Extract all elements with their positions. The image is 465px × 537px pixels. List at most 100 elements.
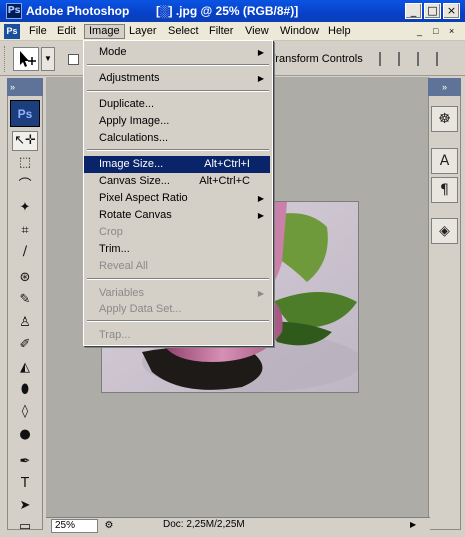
navigator-icon[interactable]: ☸	[431, 106, 458, 132]
menu-item-adjustments[interactable]: Adjustments ▶	[84, 70, 270, 87]
align-bottom-icon[interactable]	[417, 52, 431, 66]
menu-separator	[87, 64, 269, 66]
close-button[interactable]: ×	[443, 3, 460, 19]
menu-item-crop: Crop	[84, 224, 270, 241]
submenu-arrow-icon: ▶	[257, 211, 264, 220]
transform-controls-label: Transform Controls	[269, 53, 363, 65]
lasso-tool-icon[interactable]: ⌒	[12, 176, 38, 196]
document-menu-icon[interactable]: Ps	[4, 24, 20, 39]
menu-item-shortcut: Alt+Ctrl+C	[199, 175, 250, 187]
menu-layer[interactable]: Layer	[125, 24, 161, 39]
menu-item-image-size[interactable]: Image Size... Alt+Ctrl+I	[84, 156, 270, 173]
type-tool-icon[interactable]: T	[12, 474, 38, 494]
align-top-icon[interactable]	[379, 52, 393, 66]
options-grip[interactable]	[4, 46, 7, 72]
pen-tool-icon[interactable]: ✒	[12, 452, 38, 472]
document-size-info: Doc: 2,25M/2,25M	[163, 519, 245, 530]
maximize-button[interactable]: □	[424, 3, 441, 19]
zoom-field[interactable]: 25%	[51, 519, 98, 533]
app-title: Adobe Photoshop	[26, 4, 130, 18]
submenu-arrow-icon: ▶	[257, 74, 264, 83]
menu-item-label: Apply Image...	[99, 115, 170, 127]
menu-item-label: Canvas Size...	[99, 175, 170, 187]
menu-item-label: Reveal All	[99, 260, 148, 272]
menu-item-pixel-aspect-ratio[interactable]: Pixel Aspect Ratio ▶	[84, 190, 270, 207]
menu-item-label: Rotate Canvas	[99, 209, 172, 221]
menu-view[interactable]: View	[241, 24, 273, 39]
status-preview-icon[interactable]: ⚙	[102, 519, 116, 532]
menu-separator	[87, 149, 269, 151]
status-menu-arrow-icon[interactable]: ▶	[410, 520, 416, 529]
menu-item-label: Adjustments	[99, 72, 160, 84]
submenu-arrow-icon: ▶	[257, 48, 264, 57]
menu-item-shortcut: Alt+Ctrl+I	[204, 158, 250, 170]
document-title: [░] .jpg @ 25% (RGB/8#)]	[156, 4, 299, 18]
doc-minimize-button[interactable]: _	[417, 26, 422, 36]
menu-edit[interactable]: Edit	[53, 24, 80, 39]
move-tool-icon[interactable]: ↖✛	[12, 131, 38, 151]
history-brush-tool-icon[interactable]: ✐	[12, 335, 38, 355]
dodge-tool-icon[interactable]: ●	[12, 425, 38, 445]
doc-close-button[interactable]: ×	[449, 26, 454, 36]
path-selection-tool-icon[interactable]: ➤	[12, 496, 38, 516]
menu-item-label: Apply Data Set...	[99, 303, 182, 315]
eraser-tool-icon[interactable]: ◭	[12, 358, 38, 378]
menu-item-label: Duplicate...	[99, 98, 155, 110]
menu-separator	[87, 320, 269, 322]
menu-item-label: Calculations...	[99, 132, 169, 144]
brush-tool-icon[interactable]: ✎	[12, 290, 38, 310]
layers-icon[interactable]: ◈	[431, 218, 458, 244]
menu-item-rotate-canvas[interactable]: Rotate Canvas ▶	[84, 207, 270, 224]
photoshop-logo[interactable]: Ps	[10, 100, 40, 127]
minimize-button[interactable]: _	[405, 3, 422, 19]
menu-item-label: Trap...	[99, 329, 131, 341]
clone-stamp-tool-icon[interactable]: ♙	[12, 313, 38, 333]
photoshop-app-icon[interactable]: Ps	[6, 3, 22, 19]
menu-filter[interactable]: Filter	[205, 24, 237, 39]
menu-window[interactable]: Window	[276, 24, 323, 39]
character-icon[interactable]: A	[431, 148, 458, 174]
title-bar: Ps Adobe Photoshop [░] .jpg @ 25% (RGB/8…	[0, 0, 465, 22]
menu-item-variables: Variables ▶	[84, 285, 270, 302]
paint-bucket-tool-icon[interactable]: ⬮	[12, 380, 38, 400]
slice-tool-icon[interactable]: ∕	[12, 242, 38, 262]
menu-help[interactable]: Help	[324, 24, 355, 39]
menu-bar: Ps File Edit Image Layer Select Filter V…	[0, 22, 465, 41]
submenu-arrow-icon: ▶	[257, 194, 264, 203]
menu-item-label: Crop	[99, 226, 123, 238]
menu-item-mode[interactable]: Mode ▶	[84, 44, 270, 61]
blur-tool-icon[interactable]: ◊	[12, 402, 38, 422]
palette-header[interactable]: »	[428, 78, 461, 96]
menu-item-label: Variables	[99, 287, 145, 299]
healing-brush-tool-icon[interactable]: ⊛	[12, 268, 38, 288]
menu-item-trap: Trap...	[84, 327, 270, 344]
align-middle-icon[interactable]	[398, 52, 412, 66]
menu-item-canvas-size[interactable]: Canvas Size... Alt+Ctrl+C	[84, 173, 270, 190]
auto-select-checkbox[interactable]	[68, 54, 79, 65]
align-left-icon[interactable]	[436, 52, 450, 66]
palette-well	[428, 78, 461, 530]
menu-image[interactable]: Image	[84, 24, 125, 39]
menu-item-trim[interactable]: Trim...	[84, 241, 270, 258]
crop-tool-icon[interactable]: ⌗	[12, 221, 38, 241]
tool-preset-picker[interactable]	[13, 47, 39, 71]
menu-item-calculations[interactable]: Calculations...	[84, 130, 270, 147]
paragraph-icon[interactable]: ¶	[431, 177, 458, 203]
magic-wand-tool-icon[interactable]: ✦	[12, 198, 38, 218]
preset-dropdown-button[interactable]: ▼	[41, 47, 55, 71]
submenu-arrow-icon: ▶	[257, 289, 264, 298]
menu-item-apply-image[interactable]: Apply Image...	[84, 113, 270, 130]
menu-item-label: Trim...	[99, 243, 130, 255]
menu-item-duplicate[interactable]: Duplicate...	[84, 96, 270, 113]
toolbox-header[interactable]: »	[7, 78, 43, 96]
marquee-tool-icon[interactable]: ⬚	[12, 153, 38, 173]
menu-file[interactable]: File	[25, 24, 51, 39]
menu-item-reveal-all: Reveal All	[84, 258, 270, 275]
menu-separator	[87, 278, 269, 280]
move-tool-icon	[20, 51, 36, 67]
menu-select[interactable]: Select	[164, 24, 203, 39]
menu-item-label: Pixel Aspect Ratio	[99, 192, 188, 204]
shape-tool-icon[interactable]: ▭	[12, 517, 38, 537]
menu-item-label: Mode	[99, 46, 127, 58]
doc-restore-button[interactable]: □	[433, 26, 438, 36]
